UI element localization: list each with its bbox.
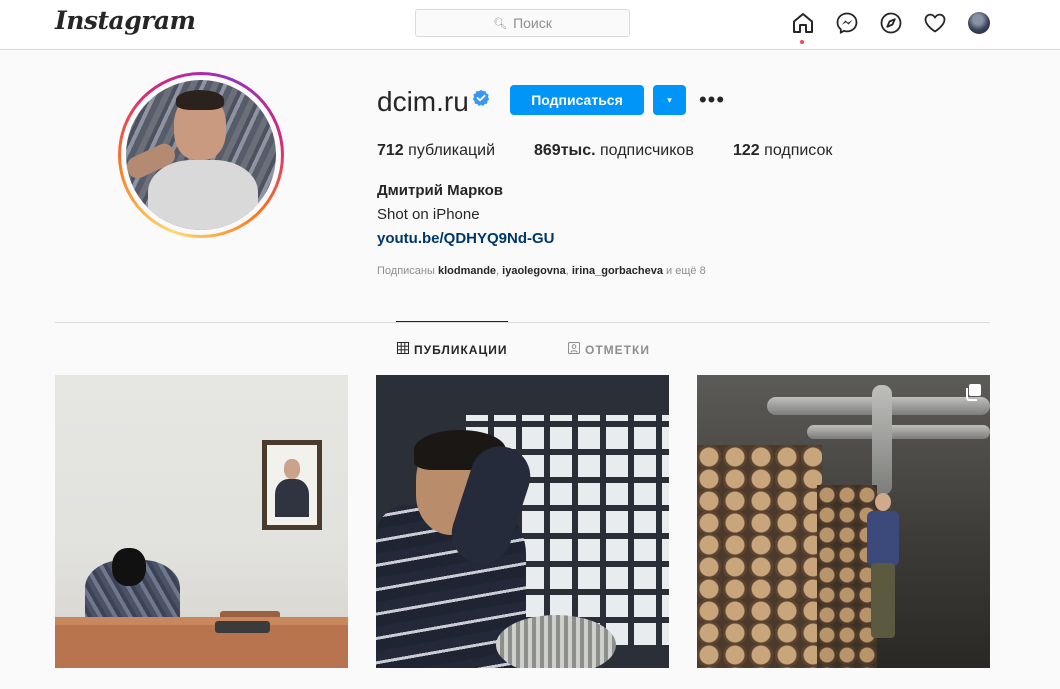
search-placeholder: Поиск <box>513 15 552 31</box>
portrait-inner <box>267 445 317 525</box>
stat-posts-label: публикаций <box>408 142 496 159</box>
tab-tagged-label: ОТМЕТКИ <box>585 342 650 357</box>
post-thumbnail[interactable] <box>55 375 348 668</box>
desk-phone <box>215 621 270 633</box>
desk <box>55 625 348 668</box>
tabs-divider <box>55 322 990 323</box>
suggested-dropdown-button[interactable]: ▾ <box>653 85 686 115</box>
portrait-suit <box>275 479 309 517</box>
carousel-icon <box>964 383 982 401</box>
followed-by-user[interactable]: iyaolegovna <box>502 265 566 277</box>
followed-by[interactable]: Подписаны klodmande, iyaolegovna, irina_… <box>377 265 706 277</box>
followed-by-user[interactable]: irina_gorbacheva <box>572 265 663 277</box>
stat-following[interactable]: 122 подписок <box>733 142 832 160</box>
more-options-icon[interactable]: ••• <box>698 86 726 114</box>
messenger-icon[interactable] <box>835 11 859 35</box>
tab-tagged[interactable]: ОТМЕТКИ <box>568 342 650 357</box>
knit-bag <box>496 615 616 668</box>
profile-username: dcim.ru <box>377 86 469 117</box>
verified-badge-icon <box>472 89 490 107</box>
firewood-stack <box>697 445 822 668</box>
post-thumbnail[interactable] <box>376 375 669 668</box>
stat-followers-value: 869тыс. <box>534 142 596 159</box>
grid-icon <box>397 342 409 357</box>
worker-torso <box>867 511 899 566</box>
profile-avatar-nav[interactable] <box>968 12 990 34</box>
profile-bio: Shot on iPhone <box>377 206 480 223</box>
active-tab-indicator <box>396 321 508 322</box>
worker-legs <box>871 563 895 638</box>
follow-button[interactable]: Подписаться <box>510 85 644 115</box>
pipe <box>872 385 892 495</box>
stat-following-value: 122 <box>733 142 760 159</box>
home-active-dot <box>800 40 804 44</box>
stat-followers-label: подписчиков <box>600 142 694 159</box>
balaclava <box>112 548 146 586</box>
avatar-shirt <box>148 160 258 230</box>
avatar-gap <box>121 75 281 235</box>
portrait-head <box>284 459 300 479</box>
tab-posts[interactable]: ПУБЛИКАЦИИ <box>397 342 507 357</box>
pipe <box>807 425 990 439</box>
home-icon[interactable] <box>791 11 815 35</box>
profile-link[interactable]: youtu.be/QDHYQ9Nd-GU <box>377 230 555 247</box>
tab-posts-label: ПУБЛИКАЦИИ <box>414 342 508 357</box>
search-input[interactable]: 🔍︎ Поиск <box>415 9 630 37</box>
chevron-down-icon: ▾ <box>667 94 672 105</box>
stat-posts: 712 публикаций <box>377 142 495 160</box>
followed-by-suffix: и ещё 8 <box>666 265 706 277</box>
profile-avatar <box>126 80 276 230</box>
profile-avatar-story-ring[interactable] <box>118 72 284 238</box>
stat-following-label: подписок <box>764 142 833 159</box>
post-thumbnail[interactable] <box>697 375 990 668</box>
avatar-hair <box>176 90 224 110</box>
instagram-logo[interactable]: Instagram <box>55 6 196 35</box>
followed-by-user[interactable]: klodmande <box>438 265 496 277</box>
tagged-icon <box>568 342 580 357</box>
stat-posts-value: 712 <box>377 142 404 159</box>
worker-figure <box>865 493 901 638</box>
stat-followers[interactable]: 869тыс. подписчиков <box>534 142 694 160</box>
portrait-frame <box>262 440 322 530</box>
search-icon: 🔍︎ <box>493 17 508 30</box>
heart-icon[interactable] <box>923 11 947 35</box>
followed-by-prefix: Подписаны <box>377 265 435 277</box>
explore-icon[interactable] <box>879 11 903 35</box>
top-nav: Instagram 🔍︎ Поиск <box>0 0 1060 50</box>
worker-head <box>875 493 891 511</box>
profile-full-name: Дмитрий Марков <box>377 182 503 199</box>
